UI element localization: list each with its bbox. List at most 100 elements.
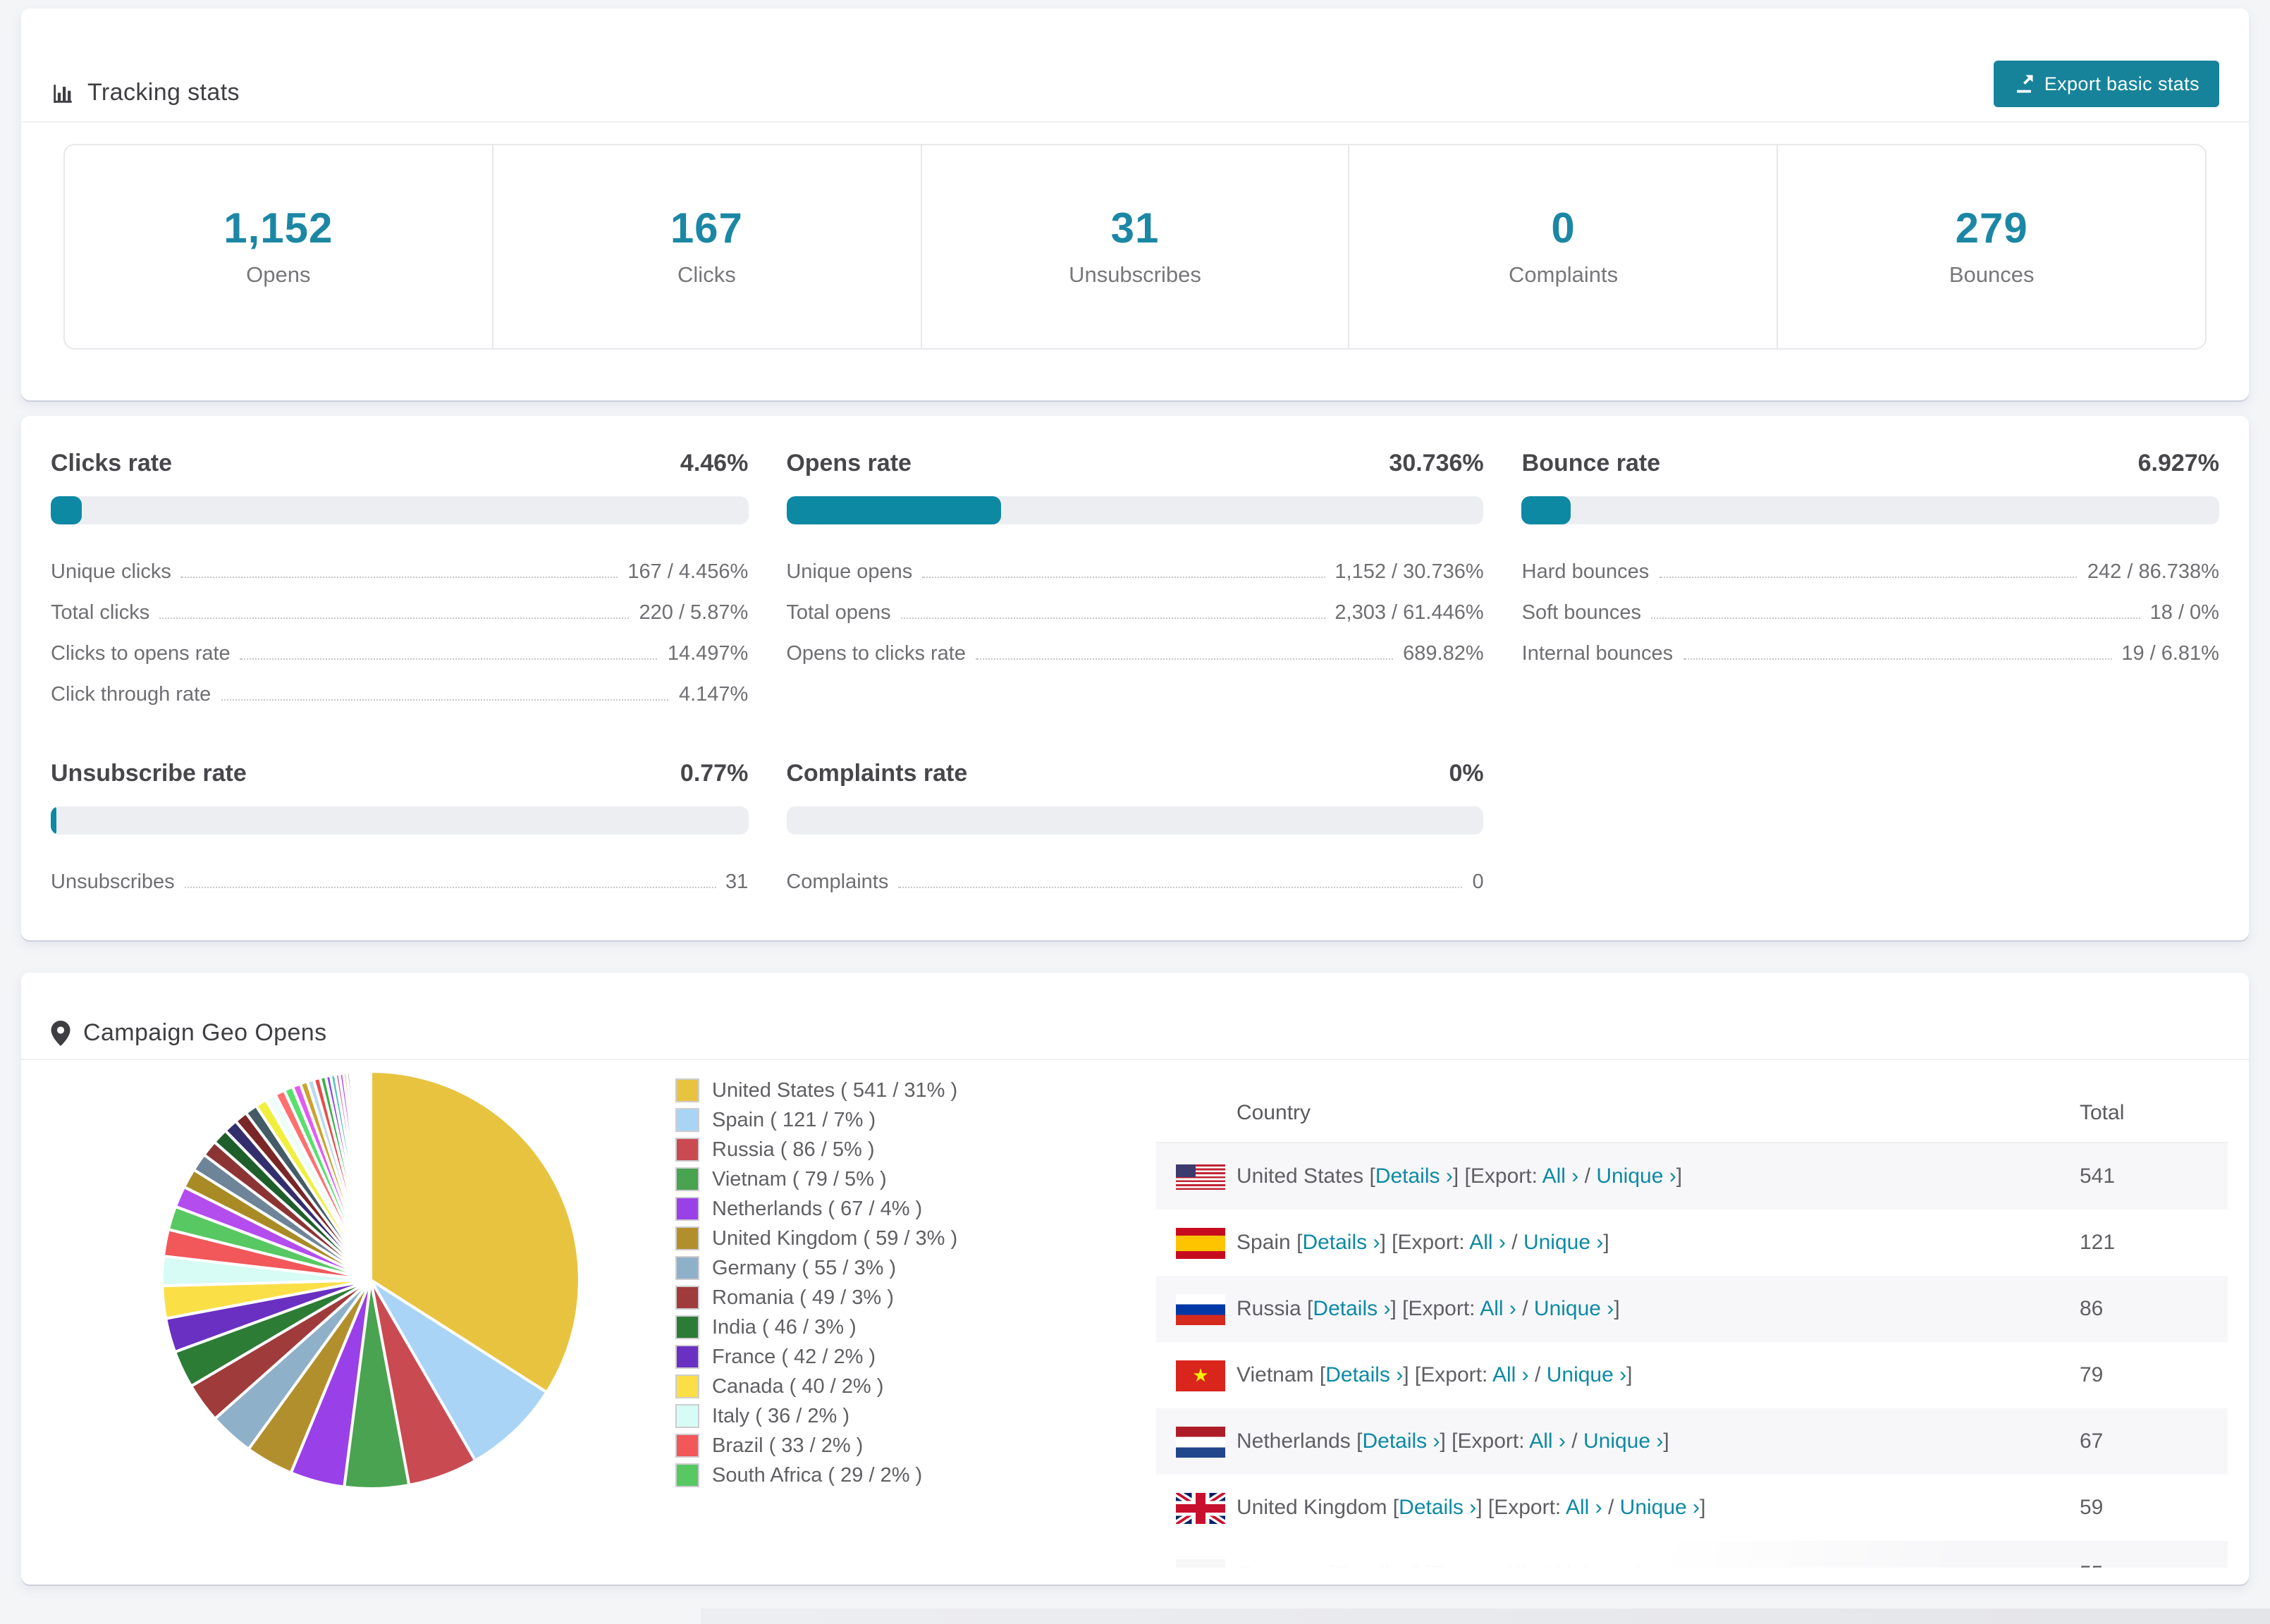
dotted-leader: [976, 658, 1393, 660]
export-unique-link[interactable]: Unique ›: [1596, 1164, 1676, 1188]
detail-label: Unique opens: [786, 561, 912, 584]
legend-label: South Africa ( 29 / 2% ): [712, 1464, 922, 1487]
row-text: Netherlands [Details ›] [Export: All › /…: [1237, 1429, 1669, 1453]
export-all-link[interactable]: All ›: [1566, 1496, 1602, 1520]
legend-label: Russia ( 86 / 5% ): [712, 1138, 875, 1161]
details-link[interactable]: Details ›: [1375, 1164, 1453, 1188]
export-label: Export:: [1408, 1297, 1480, 1321]
details-link[interactable]: Details ›: [1302, 1231, 1380, 1255]
germany-flag: [1176, 1558, 1225, 1568]
rate-rows: Unique opens1,152 / 30.736%Total opens2,…: [786, 550, 1483, 672]
export-unique-link[interactable]: Unique ›: [1583, 1429, 1663, 1453]
table-row-vietnam: Vietnam [Details ›] [Export: All › / Uni…: [1156, 1342, 2228, 1408]
tracking-stats-header: Tracking stats Export basic stats: [21, 8, 2249, 123]
stat-label: Unsubscribes: [1069, 263, 1201, 288]
rate-head: Unsubscribe rate0.77%: [51, 760, 748, 788]
legend-chip: [677, 1435, 698, 1456]
tracking-stats-title: Tracking stats: [51, 79, 240, 107]
row-text: Germany [Details ›] [Export: All › / Uni…: [1237, 1562, 1642, 1568]
export-unique-link[interactable]: Unique ›: [1557, 1562, 1636, 1568]
details-link[interactable]: Details ›: [1313, 1297, 1390, 1321]
detail-value: 18 / 0%: [2150, 602, 2219, 625]
detail-row: Opens to clicks rate689.82%: [786, 632, 1483, 672]
row-text: United Kingdom [Details ›] [Export: All …: [1237, 1496, 1705, 1520]
row-text: Spain [Details ›] [Export: All › / Uniqu…: [1237, 1231, 1609, 1255]
details-link[interactable]: Details ›: [1399, 1496, 1476, 1520]
dashboard-page: Tracking stats Export basic stats 1,152O…: [0, 8, 2270, 1624]
export-unique-link[interactable]: Unique ›: [1620, 1496, 1700, 1520]
export-unique-link[interactable]: Unique ›: [1547, 1363, 1626, 1387]
horizontal-scrollbar-track[interactable]: [701, 1608, 2270, 1624]
table-row-netherlands: Netherlands [Details ›] [Export: All › /…: [1156, 1408, 2228, 1475]
progress-fill: [1522, 496, 1571, 524]
export-unique-link[interactable]: Unique ›: [1534, 1297, 1614, 1321]
detail-row: Click through rate4.147%: [51, 672, 748, 713]
export-all-link[interactable]: All ›: [1480, 1297, 1516, 1321]
country-name: United Kingdom: [1237, 1496, 1387, 1520]
dotted-leader: [159, 617, 629, 619]
country-name: Spain: [1237, 1231, 1291, 1255]
rate-section-unsubscribe-rate: Unsubscribe rate0.77% Unsubscribes31: [51, 760, 748, 901]
row-text: United States [Details ›] [Export: All ›…: [1237, 1164, 1682, 1188]
total-value: 55: [2080, 1562, 2103, 1568]
rate-head: Bounce rate6.927%: [1522, 450, 2219, 478]
dotted-leader: [898, 887, 1462, 888]
dotted-leader: [922, 577, 1325, 578]
detail-label: Hard bounces: [1522, 561, 1650, 584]
export-label: Export:: [1471, 1164, 1542, 1188]
russia-flag: [1176, 1293, 1225, 1324]
rate-rows: Complaints0: [786, 860, 1483, 901]
legend-item-india: India ( 46 / 3% ): [677, 1317, 957, 1338]
export-basic-stats-button[interactable]: Export basic stats: [1994, 61, 2219, 107]
export-all-link[interactable]: All ›: [1492, 1363, 1529, 1387]
legend-chip: [677, 1198, 698, 1219]
legend-chip: [677, 1317, 698, 1338]
column-header-country: Country: [1237, 1100, 1311, 1124]
stats-row: 1,152Opens167Clicks31Unsubscribes0Compla…: [63, 144, 2207, 350]
rate-title: Opens rate: [786, 450, 912, 478]
legend-label: Canada ( 40 / 2% ): [712, 1375, 883, 1398]
detail-row: Unsubscribes31: [51, 860, 748, 901]
table-row-united-kingdom: United Kingdom [Details ›] [Export: All …: [1156, 1475, 2228, 1541]
legend-label: Romania ( 49 / 3% ): [712, 1286, 894, 1309]
rate-value: 4.46%: [680, 450, 748, 478]
vietnam-flag: [1176, 1360, 1225, 1391]
rate-head: Complaints rate0%: [786, 760, 1483, 788]
detail-row: Total opens2,303 / 61.446%: [786, 591, 1483, 632]
legend-item-vietnam: Vietnam ( 79 / 5% ): [677, 1169, 957, 1190]
export-all-link[interactable]: All ›: [1502, 1562, 1539, 1568]
united-kingdom-flag: [1176, 1492, 1225, 1523]
stat-label: Complaints: [1509, 263, 1618, 288]
export-all-link[interactable]: All ›: [1529, 1429, 1566, 1453]
map-pin-icon: [51, 1021, 70, 1046]
country-name: Netherlands: [1237, 1429, 1351, 1453]
details-link[interactable]: Details ›: [1335, 1562, 1413, 1568]
rate-value: 6.927%: [2138, 450, 2219, 478]
legend-label: Spain ( 121 / 7% ): [712, 1109, 876, 1131]
export-label: Export:: [1398, 1231, 1470, 1255]
detail-row: Unique clicks167 / 4.456%: [51, 550, 748, 591]
detail-value: 242 / 86.738%: [2087, 561, 2219, 584]
dotted-leader: [1651, 617, 2140, 619]
rate-section-bounce-rate: Bounce rate6.927% Hard bounces 242 / 86.73…: [1522, 450, 2219, 713]
rate-section-clicks-rate: Clicks rate4.46%Unique clicks167 / 4.456…: [51, 450, 748, 713]
legend-label: United States ( 541 / 31% ): [712, 1079, 957, 1102]
rates-grid-bottom: Unsubscribe rate0.77% Unsubscribes31 Compl…: [51, 760, 2219, 901]
export-unique-link[interactable]: Unique ›: [1523, 1231, 1603, 1255]
legend-label: France ( 42 / 2% ): [712, 1346, 876, 1368]
details-link[interactable]: Details ›: [1362, 1429, 1440, 1453]
export-all-link[interactable]: All ›: [1469, 1231, 1506, 1255]
detail-label: Clicks to opens rate: [51, 643, 231, 665]
detail-label: Total opens: [786, 602, 890, 625]
spain-flag: [1176, 1227, 1225, 1258]
dotted-leader: [240, 658, 658, 660]
legend-label: India ( 46 / 3% ): [712, 1316, 857, 1339]
legend-chip: [677, 1376, 698, 1397]
details-link[interactable]: Details ›: [1325, 1363, 1403, 1387]
geo-table-rows: United States [Details ›] [Export: All ›…: [1156, 1143, 2228, 1568]
row-text: Russia [Details ›] [Export: All › / Uniq…: [1237, 1297, 1620, 1321]
legend-label: Germany ( 55 / 3% ): [712, 1257, 896, 1279]
total-value: 121: [2080, 1231, 2115, 1255]
detail-row: Hard bounces 242 / 86.738%: [1522, 550, 2219, 591]
export-all-link[interactable]: All ›: [1542, 1164, 1579, 1188]
